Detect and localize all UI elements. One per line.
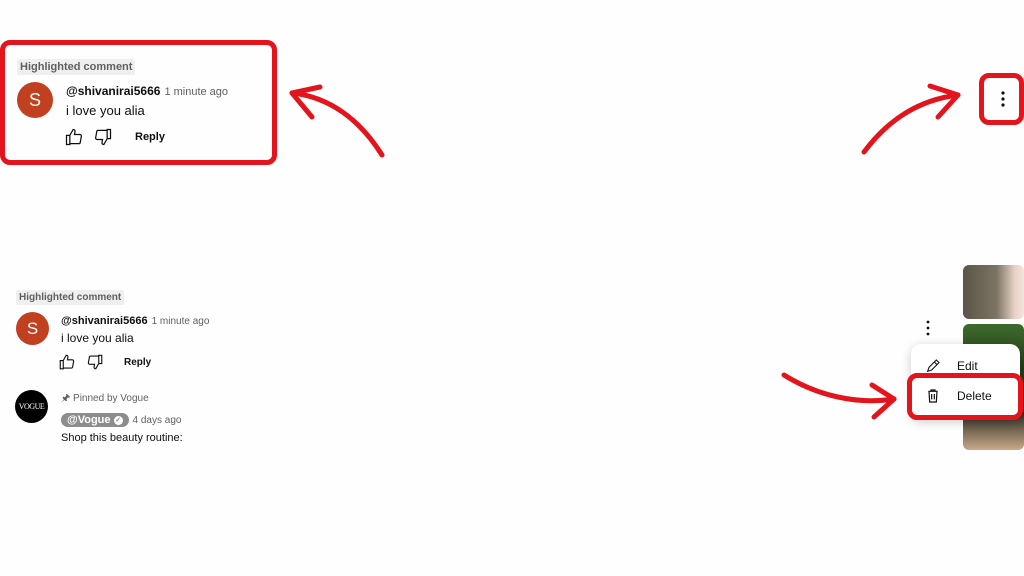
pinned-text: Pinned by Vogue <box>73 393 149 404</box>
arrow-to-comment <box>289 84 385 158</box>
thumbs-down-icon <box>87 354 103 370</box>
highlighted-comment-label: Highlighted comment <box>17 59 136 75</box>
pinned-label: 🖈 Pinned by Vogue <box>61 391 149 408</box>
arrow-to-menu-button <box>861 83 961 155</box>
pencil-icon <box>926 359 940 373</box>
avatar[interactable]: S <box>16 312 49 345</box>
dislike-button[interactable] <box>86 353 104 371</box>
pin-icon: 🖈 <box>61 393 71 404</box>
comment-author[interactable]: @shivanirai5666 <box>66 84 160 98</box>
reply-button[interactable]: Reply <box>135 131 165 143</box>
comment-time[interactable]: 1 minute ago <box>152 316 210 327</box>
comment-time[interactable]: 4 days ago <box>133 415 182 426</box>
comment-text: Shop this beauty routine: <box>61 432 183 444</box>
avatar[interactable]: S <box>17 82 53 118</box>
thumbs-up-icon <box>59 354 75 370</box>
vogue-logo-text: VOGUE <box>18 402 45 411</box>
vertical-dots-icon <box>926 320 930 336</box>
like-button[interactable] <box>58 353 76 371</box>
avatar-vogue[interactable]: VOGUE <box>15 390 48 423</box>
menu-item-label: Edit <box>957 359 978 373</box>
thumbs-down-icon <box>95 128 112 146</box>
comment-header: @Vogue ✓ 4 days ago <box>61 410 181 428</box>
author-badge[interactable]: @Vogue ✓ <box>61 413 129 427</box>
comment-text: i love you alia <box>61 331 134 345</box>
highlight-box-delete <box>907 373 1023 420</box>
comment-author[interactable]: @shivanirai5666 <box>61 315 148 327</box>
comment-header: @shivanirai5666 1 minute ago <box>61 311 209 329</box>
highlighted-comment-label: Highlighted comment <box>16 290 125 305</box>
thumbs-up-icon <box>65 128 82 146</box>
comment-header: @shivanirai5666 1 minute ago <box>66 82 228 100</box>
dislike-button[interactable] <box>93 127 113 147</box>
vertical-dots-icon <box>1001 91 1005 107</box>
comment-text: i love you alia <box>66 103 145 118</box>
verified-icon: ✓ <box>113 415 123 425</box>
comment-author: @Vogue <box>67 414 111 426</box>
more-options-button[interactable] <box>996 89 1010 109</box>
video-thumbnail[interactable] <box>963 265 1024 319</box>
like-button[interactable] <box>64 127 84 147</box>
comment-time[interactable]: 1 minute ago <box>164 86 228 98</box>
more-options-button[interactable] <box>922 319 934 337</box>
reply-button[interactable]: Reply <box>124 357 151 368</box>
arrow-to-delete <box>781 372 897 420</box>
